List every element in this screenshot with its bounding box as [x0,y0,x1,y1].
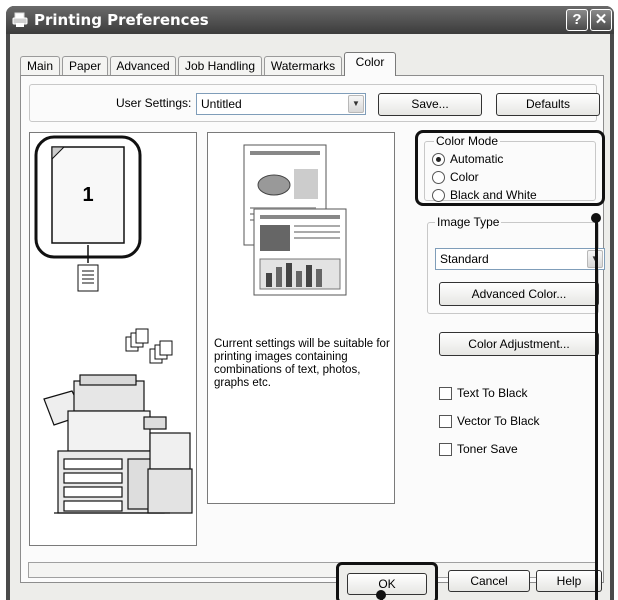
radio-button[interactable] [432,153,445,166]
radio-label: Automatic [450,152,504,166]
description-panel: Current settings will be suitable for pr… [207,132,395,504]
printing-preferences-window: Printing Preferences ? ✕ Main Paper Adva… [6,6,614,600]
checkbox-label: Toner Save [457,442,518,456]
sample-documents-illustration [243,144,347,296]
chevron-down-icon[interactable]: ▼ [348,95,364,113]
checkbox[interactable] [439,387,452,400]
advanced-color-button[interactable]: Advanced Color... [439,282,599,306]
user-settings-group: User Settings: Untitled ▼ Save... Defaul… [29,84,600,122]
user-settings-label: User Settings: [116,96,192,110]
ok-callout-frame: OK [336,562,438,600]
callout-dot-ok [376,590,386,600]
image-type-legend: Image Type [435,215,502,229]
color-mode-legend: Color Mode [434,134,501,148]
checkbox[interactable] [439,415,452,428]
cancel-button[interactable]: Cancel [448,570,530,592]
save-button[interactable]: Save... [378,93,482,116]
ok-button[interactable]: OK [347,573,427,595]
user-settings-value: Untitled [201,97,242,111]
checkbox-label: Text To Black [457,386,528,400]
checkbox[interactable] [439,443,452,456]
color-mode-callout-frame: Color Mode Automatic Color Black and Whi… [415,130,605,206]
title-bar: Printing Preferences ? ✕ [6,6,614,34]
callout-line-color-mode [595,218,598,600]
printer-preview: 1 [29,132,197,546]
document-icon [77,264,99,292]
radio-label: Color [450,170,479,184]
defaults-button[interactable]: Defaults [496,93,600,116]
dialog-client: Main Paper Advanced Job Handling Waterma… [10,34,610,600]
printer-icon [12,12,28,27]
image-type-select[interactable]: Standard ▼ [435,248,605,270]
tab-color[interactable]: Color [344,52,396,76]
help-title-button[interactable]: ? [566,9,588,31]
user-settings-select[interactable]: Untitled ▼ [196,93,366,115]
radio-button[interactable] [432,189,445,202]
color-tab-panel: User Settings: Untitled ▼ Save... Defaul… [20,75,605,583]
window-title: Printing Preferences [34,11,209,29]
checkbox-label: Vector To Black [457,414,540,428]
tab-main[interactable]: Main [20,56,60,75]
description-text: Current settings will be suitable for pr… [214,338,390,389]
tab-watermarks[interactable]: Watermarks [264,56,342,75]
help-button[interactable]: Help [536,570,602,592]
color-adjustment-button[interactable]: Color Adjustment... [439,332,599,356]
printer-icon [43,374,193,514]
image-type-value: Standard [440,252,489,266]
tab-job-handling[interactable]: Job Handling [178,56,262,75]
callout-dot-color-mode [591,213,601,223]
tab-advanced[interactable]: Advanced [110,56,176,75]
tab-paper[interactable]: Paper [62,56,108,75]
close-button[interactable]: ✕ [590,9,612,31]
radio-button[interactable] [432,171,445,184]
radio-label: Black and White [450,188,537,202]
page-number: 1 [82,184,93,206]
printer-preview-illustration: 1 [34,135,193,514]
copies-icon [125,328,173,364]
